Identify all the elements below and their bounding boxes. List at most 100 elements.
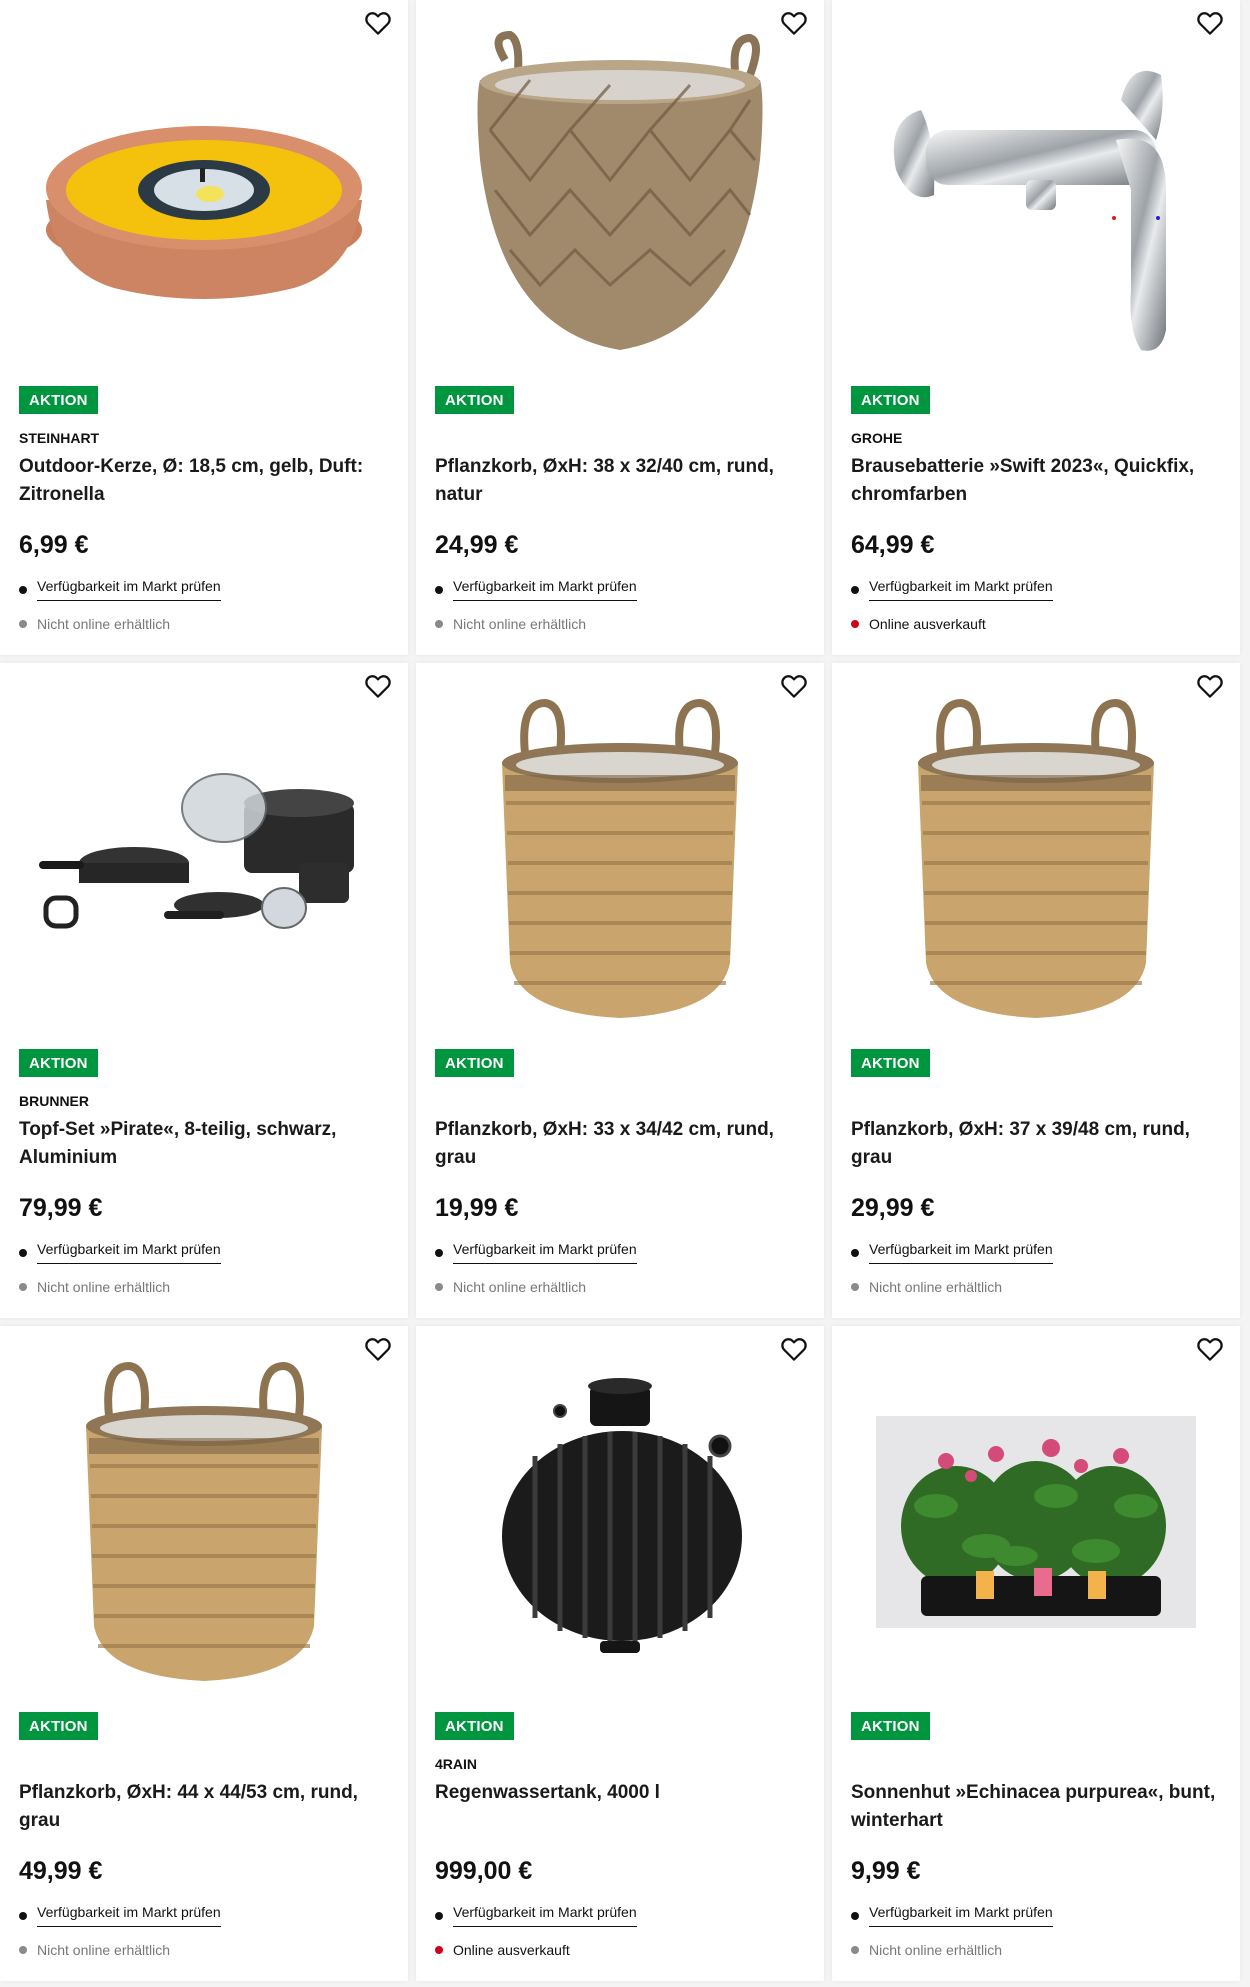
online-status-text: Nicht online erhältlich — [453, 1279, 587, 1295]
product-image[interactable] — [20, 30, 388, 360]
store-availability: Verfügbarkeit im Markt prüfen — [435, 1904, 637, 1927]
check-store-availability-link[interactable]: Verfügbarkeit im Markt prüfen — [869, 578, 1053, 601]
online-status: Online ausverkauft — [851, 616, 986, 632]
online-status-text: Nicht online erhältlich — [869, 1942, 1003, 1958]
product-price: 79,99 € — [19, 1194, 103, 1222]
product-card[interactable]: AKTION Pflanzkorb, ØxH: 38 x 32/40 cm, r… — [416, 0, 824, 655]
online-status: Nicht online erhältlich — [435, 1279, 586, 1295]
product-image[interactable] — [436, 30, 804, 360]
status-dot-icon — [851, 1946, 859, 1954]
store-availability: Verfügbarkeit im Markt prüfen — [19, 1904, 221, 1927]
product-card[interactable]: AKTION Pflanzkorb, ØxH: 44 x 44/53 cm, r… — [0, 1326, 408, 1981]
product-image[interactable] — [852, 30, 1220, 360]
online-status: Nicht online erhältlich — [19, 1279, 170, 1295]
online-status-text: Online ausverkauft — [453, 1942, 570, 1958]
online-status: Nicht online erhältlich — [19, 1942, 170, 1958]
product-title[interactable]: Sonnenhut »Echinacea purpurea«, bunt, wi… — [851, 1779, 1216, 1835]
online-status: Nicht online erhältlich — [851, 1279, 1002, 1295]
check-store-availability-link[interactable]: Verfügbarkeit im Markt prüfen — [453, 1904, 637, 1927]
product-card[interactable]: AKTION Sonnenhut »Echinacea purpurea«, b… — [832, 1326, 1240, 1981]
pot-set-image — [39, 773, 354, 929]
availability-dot-icon — [851, 1248, 859, 1257]
tall-wicker-basket-image — [86, 1361, 322, 1681]
store-availability: Verfügbarkeit im Markt prüfen — [851, 578, 1053, 601]
product-price: 6,99 € — [19, 531, 89, 559]
promo-badge: AKTION — [435, 386, 514, 414]
status-dot-icon — [435, 1946, 443, 1954]
online-status-text: Online ausverkauft — [869, 616, 986, 632]
product-image[interactable] — [852, 1356, 1220, 1686]
availability-dot-icon — [19, 1248, 27, 1257]
check-store-availability-link[interactable]: Verfügbarkeit im Markt prüfen — [869, 1241, 1053, 1264]
store-availability: Verfügbarkeit im Markt prüfen — [19, 1241, 221, 1264]
check-store-availability-link[interactable]: Verfügbarkeit im Markt prüfen — [37, 1904, 221, 1927]
product-image[interactable] — [20, 693, 388, 1023]
availability-dot-icon — [19, 585, 27, 594]
product-price: 24,99 € — [435, 531, 519, 559]
tall-wicker-basket-image — [502, 698, 738, 1018]
product-brand: STEINHART — [19, 430, 100, 446]
availability-dot-icon — [851, 1911, 859, 1920]
status-dot-icon — [19, 620, 27, 628]
product-title[interactable]: Regenwassertank, 4000 l — [435, 1779, 800, 1807]
promo-badge: AKTION — [435, 1049, 514, 1077]
status-dot-icon — [435, 1283, 443, 1291]
availability-dot-icon — [435, 1248, 443, 1257]
rain-tank-image — [502, 1378, 742, 1653]
store-availability: Verfügbarkeit im Markt prüfen — [435, 578, 637, 601]
online-status: Nicht online erhältlich — [851, 1942, 1002, 1958]
product-brand: GROHE — [851, 430, 903, 446]
product-title[interactable]: Outdoor-Kerze, Ø: 18,5 cm, gelb, Duft: Z… — [19, 453, 384, 509]
check-store-availability-link[interactable]: Verfügbarkeit im Markt prüfen — [453, 1241, 637, 1264]
availability-dot-icon — [851, 585, 859, 594]
product-price: 9,99 € — [851, 1857, 921, 1885]
tall-wicker-basket-image — [918, 698, 1154, 1018]
promo-badge: AKTION — [851, 386, 930, 414]
product-card[interactable]: AKTION Pflanzkorb, ØxH: 37 x 39/48 cm, r… — [832, 663, 1240, 1318]
product-title[interactable]: Pflanzkorb, ØxH: 38 x 32/40 cm, rund, na… — [435, 453, 800, 509]
promo-badge: AKTION — [851, 1712, 930, 1740]
candle-bowl-image — [46, 126, 362, 299]
product-card[interactable]: AKTION 4RAIN Regenwassertank, 4000 l 999… — [416, 1326, 824, 1981]
availability-dot-icon — [435, 585, 443, 594]
product-price: 64,99 € — [851, 531, 935, 559]
check-store-availability-link[interactable]: Verfügbarkeit im Markt prüfen — [453, 578, 637, 601]
check-store-availability-link[interactable]: Verfügbarkeit im Markt prüfen — [869, 1904, 1053, 1927]
product-image[interactable] — [436, 693, 804, 1023]
product-image[interactable] — [852, 693, 1220, 1023]
promo-badge: AKTION — [19, 386, 98, 414]
product-card[interactable]: AKTION Pflanzkorb, ØxH: 33 x 34/42 cm, r… — [416, 663, 824, 1318]
promo-badge: AKTION — [435, 1712, 514, 1740]
product-price: 19,99 € — [435, 1194, 519, 1222]
status-dot-icon — [19, 1283, 27, 1291]
round-wicker-basket-image — [477, 30, 763, 350]
promo-badge: AKTION — [19, 1049, 98, 1077]
echinacea-plants-image — [876, 1416, 1196, 1628]
product-title[interactable]: Topf-Set »Pirate«, 8-teilig, schwarz, Al… — [19, 1116, 384, 1172]
product-title[interactable]: Brausebatterie »Swift 2023«, Quickfix, c… — [851, 453, 1216, 509]
product-title[interactable]: Pflanzkorb, ØxH: 44 x 44/53 cm, rund, gr… — [19, 1779, 384, 1835]
product-image[interactable] — [20, 1356, 388, 1686]
check-store-availability-link[interactable]: Verfügbarkeit im Markt prüfen — [37, 1241, 221, 1264]
status-dot-icon — [851, 1283, 859, 1291]
online-status-text: Nicht online erhältlich — [453, 616, 587, 632]
availability-dot-icon — [19, 1911, 27, 1920]
product-title[interactable]: Pflanzkorb, ØxH: 33 x 34/42 cm, rund, gr… — [435, 1116, 800, 1172]
online-status-text: Nicht online erhältlich — [37, 1942, 171, 1958]
online-status: Online ausverkauft — [435, 1942, 570, 1958]
online-status-text: Nicht online erhältlich — [37, 1279, 171, 1295]
promo-badge: AKTION — [851, 1049, 930, 1077]
product-brand: BRUNNER — [19, 1093, 89, 1109]
product-card[interactable]: AKTION GROHE Brausebatterie »Swift 2023«… — [832, 0, 1240, 655]
shower-mixer-image — [893, 70, 1166, 351]
product-title[interactable]: Pflanzkorb, ØxH: 37 x 39/48 cm, rund, gr… — [851, 1116, 1216, 1172]
product-card[interactable]: AKTION STEINHART Outdoor-Kerze, Ø: 18,5 … — [0, 0, 408, 655]
online-status: Nicht online erhältlich — [19, 616, 170, 632]
online-status: Nicht online erhältlich — [435, 616, 586, 632]
status-dot-icon — [851, 620, 859, 628]
check-store-availability-link[interactable]: Verfügbarkeit im Markt prüfen — [37, 578, 221, 601]
product-price: 49,99 € — [19, 1857, 103, 1885]
product-price: 29,99 € — [851, 1194, 935, 1222]
product-image[interactable] — [436, 1356, 804, 1686]
product-card[interactable]: AKTION BRUNNER Topf-Set »Pirate«, 8-teil… — [0, 663, 408, 1318]
